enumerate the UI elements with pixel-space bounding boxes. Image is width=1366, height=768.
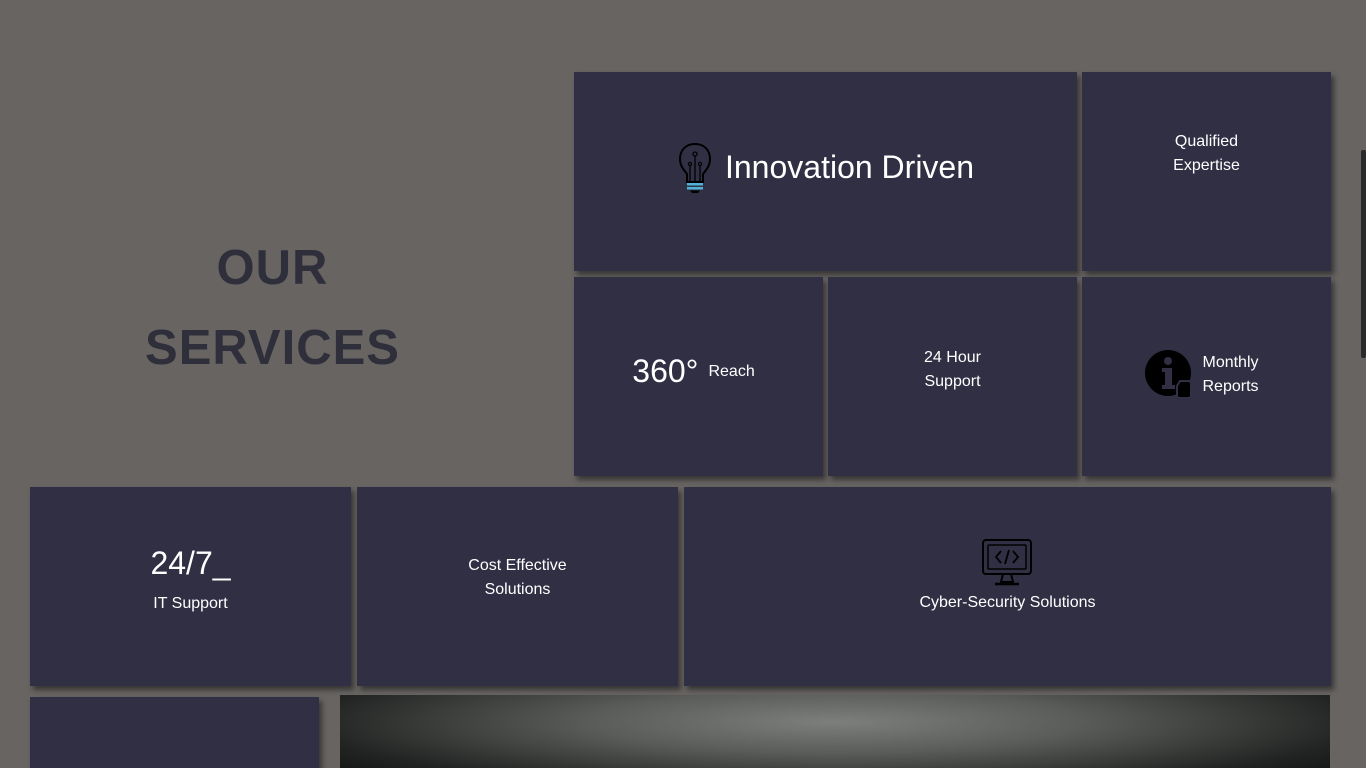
- services-page: OUR SERVICES Innovation Driven Qualified…: [0, 0, 1366, 768]
- scrollbar-track[interactable]: [1358, 0, 1366, 768]
- title-line-1: OUR: [216, 240, 329, 295]
- cost-line-1: Cost Effective: [468, 556, 567, 574]
- qualified-expertise-card: Qualified Expertise: [1082, 72, 1331, 271]
- reach-number: 360°: [632, 353, 699, 389]
- cost-effective-card: Cost Effective Solutions: [357, 487, 678, 686]
- monthly-line-1: Monthly: [1202, 353, 1259, 371]
- cost-line-2: Solutions: [484, 580, 551, 598]
- innovation-driven-card: Innovation Driven: [574, 72, 1077, 271]
- page-title: OUR SERVICES: [100, 228, 445, 388]
- lightbulb-icon: [677, 142, 713, 194]
- info-icon: [1144, 349, 1196, 401]
- cyber-security-label: Cyber-Security Solutions: [919, 593, 1096, 611]
- code-monitor-icon: [981, 538, 1033, 588]
- qualified-line-1: Qualified: [1174, 132, 1239, 150]
- it-support-card: 24/7_ IT Support: [30, 487, 351, 686]
- reach-label: Reach: [708, 363, 755, 380]
- qualified-line-2: Expertise: [1173, 156, 1240, 174]
- innovation-driven-label: Innovation Driven: [724, 149, 975, 185]
- monthly-reports-card: Monthly Reports: [1082, 277, 1331, 476]
- it-support-number: 24/7_: [150, 544, 231, 581]
- support-line-1: 24 Hour: [924, 348, 981, 366]
- 24-hour-support-card: 24 Hour Support: [828, 277, 1077, 476]
- monthly-line-2: Reports: [1202, 377, 1259, 395]
- scrollbar-thumb[interactable]: [1361, 150, 1366, 358]
- hero-image: [340, 695, 1330, 768]
- it-support-label: IT Support: [153, 594, 228, 612]
- reach-card: 360° Reach: [574, 277, 823, 476]
- title-line-2: SERVICES: [145, 320, 400, 375]
- partial-card: [30, 697, 319, 768]
- support-line-2: Support: [924, 372, 981, 390]
- cyber-security-card: Cyber-Security Solutions: [684, 487, 1331, 686]
